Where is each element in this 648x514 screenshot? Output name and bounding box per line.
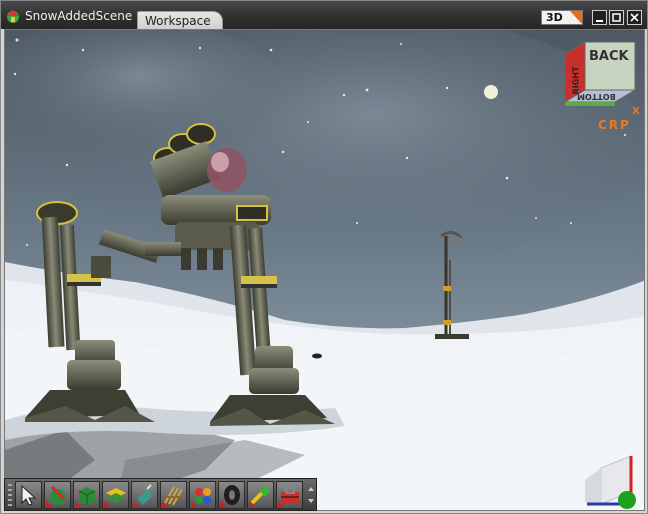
view-cube-back-label: BACK bbox=[589, 49, 629, 64]
select-arrow-tool-button[interactable] bbox=[15, 481, 42, 509]
maximize-button[interactable] bbox=[609, 10, 624, 25]
minimize-button[interactable] bbox=[592, 10, 607, 25]
tab-workspace-label: Workspace bbox=[145, 14, 211, 28]
view-mode-dropdown-icon bbox=[570, 11, 582, 24]
scene-render bbox=[5, 30, 644, 510]
view-cube-left-label: RIGHT bbox=[571, 66, 581, 95]
cube-shape-tool-button[interactable] bbox=[73, 481, 100, 509]
tire-object-tool-button[interactable] bbox=[218, 481, 245, 509]
title-bar: SnowAddedScene Workspace 3D bbox=[1, 1, 647, 29]
3d-viewport[interactable]: BACK RIGHT BOTTOM X CRP bbox=[4, 29, 645, 511]
paint-tool-button[interactable] bbox=[44, 481, 71, 509]
app-window: SnowAddedScene Workspace 3D BACK RIGHT B… bbox=[0, 0, 648, 514]
toolbox-tool-button[interactable] bbox=[276, 481, 303, 509]
axis-gizmo-icon bbox=[585, 455, 636, 509]
view-mode-selector[interactable]: 3D bbox=[541, 10, 583, 25]
view-cube-bottom-label: BOTTOM bbox=[577, 92, 616, 101]
color-palette-tool-button[interactable] bbox=[189, 481, 216, 509]
nozzle-tool-button[interactable] bbox=[131, 481, 158, 509]
x-axis-label: X bbox=[632, 106, 640, 117]
view-mode-label: 3D bbox=[546, 11, 563, 24]
arrow-cursor-icon bbox=[21, 484, 37, 506]
add-light-tool-button[interactable] bbox=[247, 481, 274, 509]
fence-tool-button[interactable] bbox=[160, 481, 187, 509]
toolbar-scroll-icon[interactable] bbox=[307, 481, 315, 509]
window-title: SnowAddedScene bbox=[25, 9, 133, 23]
app-home-icon[interactable] bbox=[5, 8, 21, 24]
close-icon bbox=[630, 13, 639, 22]
maximize-icon bbox=[612, 13, 621, 22]
layers-tool-button[interactable] bbox=[102, 481, 129, 509]
close-button[interactable] bbox=[627, 10, 642, 25]
minimize-icon bbox=[596, 20, 603, 22]
toolbar-grip-icon[interactable] bbox=[6, 481, 14, 509]
crp-label[interactable]: CRP bbox=[598, 118, 631, 132]
tool-palette bbox=[4, 478, 317, 511]
tab-workspace[interactable]: Workspace bbox=[137, 11, 223, 29]
view-cube[interactable]: BACK RIGHT BOTTOM X CRP bbox=[557, 34, 643, 132]
axis-gizmo[interactable] bbox=[583, 450, 643, 510]
